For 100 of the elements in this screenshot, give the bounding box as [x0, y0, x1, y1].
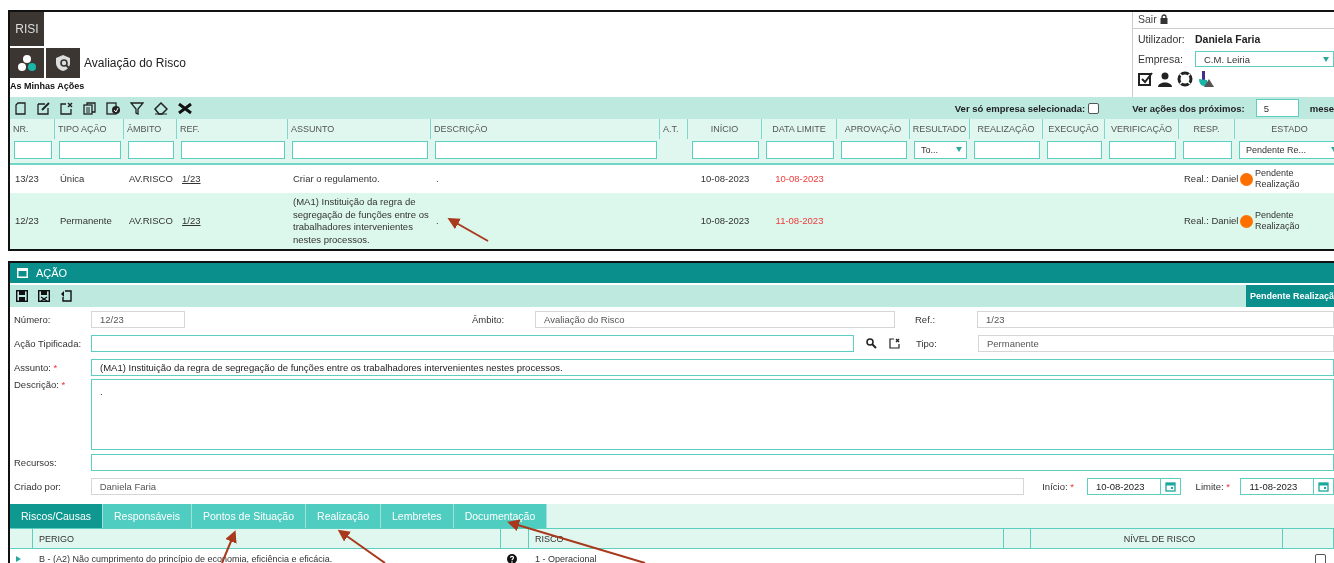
table-cell: (MA1) Instituição da regra de segregação de funções entre os trabalhadores intervenientes nestes processos. — [293, 196, 429, 245]
user-icon[interactable] — [1158, 71, 1172, 87]
hexagon-dots-icon[interactable] — [10, 48, 44, 78]
save-close-icon[interactable] — [38, 290, 50, 302]
user-name: Daniela Faria — [1195, 33, 1261, 45]
calendar-button[interactable] — [1160, 477, 1181, 495]
field-label: Assunto: * — [14, 361, 59, 373]
filter-field[interactable] — [1183, 141, 1232, 159]
months-field[interactable]: 5 — [1255, 99, 1299, 117]
calendar-button[interactable] — [1314, 477, 1334, 495]
filter-field[interactable] — [1047, 141, 1102, 159]
table-cell: AV.RISCO — [129, 172, 173, 184]
filter-field[interactable] — [766, 141, 834, 159]
lock-icon — [1159, 14, 1168, 24]
column-header: PERIGO — [33, 529, 501, 548]
table-cell: Real.: Daniel — [1184, 172, 1239, 184]
clear-icon[interactable] — [889, 337, 900, 349]
company-select[interactable]: C.M. Leiria — [1195, 51, 1334, 67]
filter-field[interactable] — [435, 141, 657, 159]
filter-field[interactable] — [974, 141, 1040, 159]
shield-search-icon[interactable] — [46, 48, 80, 78]
ref-field: 1/23 — [977, 310, 1334, 328]
field-label: Ref.: — [915, 313, 937, 325]
table-cell: 11-08-2023 — [775, 214, 824, 226]
approve-document-icon[interactable] — [106, 101, 120, 115]
copy-icon[interactable] — [83, 101, 96, 115]
table-cell: 12/23 — [15, 214, 39, 226]
filter-field[interactable] — [841, 141, 907, 159]
field-label: Limite: * — [1195, 480, 1231, 492]
logout-link[interactable]: Sair — [1138, 13, 1157, 25]
eraser-icon[interactable] — [154, 101, 168, 115]
window-icon — [17, 268, 28, 278]
filter-field[interactable] — [692, 141, 759, 159]
app-logo[interactable]: RISI — [10, 12, 44, 46]
calendar-icon — [1318, 480, 1330, 492]
company-only-label: Ver só empresa selecionada: — [954, 102, 1086, 114]
table-cell: 10-08-2023 — [775, 172, 824, 184]
edit-icon[interactable] — [37, 101, 50, 115]
type-select[interactable]: Permanente — [978, 334, 1334, 352]
field-label: Âmbito: — [472, 313, 506, 325]
filter-field[interactable] — [14, 141, 52, 159]
table-cell: 13/23 — [15, 172, 39, 184]
delete-document-icon[interactable] — [60, 101, 73, 115]
filter-field[interactable] — [128, 141, 174, 159]
search-icon[interactable] — [866, 337, 877, 349]
number-field: 12/23 — [91, 310, 185, 328]
table-row[interactable]: 12/23 Permanente AV.RISCO 1/23 (MA1) Instituição da regra de segregação de funções entre os trabalhadores intervenientes nestes processos. . 10-08-2023 11-08-2023 Real.: Daniel Pendente Realização — [10, 193, 1334, 249]
back-icon[interactable] — [60, 290, 72, 302]
table-cell: Permanente — [60, 214, 112, 226]
table-cell: Real.: Daniel — [1184, 214, 1239, 226]
row-checkbox[interactable] — [1315, 553, 1326, 563]
table-row[interactable]: 13/23 Única AV.RISCO 1/23 Criar o regulamento. . 10-08-2023 10-08-2023 Real.: Daniel Pendente Realização — [10, 165, 1334, 193]
table-cell: 1 - Operacional — [535, 554, 597, 563]
ref-link[interactable]: 1/23 — [182, 172, 201, 184]
field-label: Descrição: * — [14, 379, 67, 390]
field-label: Tipo: — [916, 337, 938, 349]
description-field[interactable]: . — [91, 379, 1334, 450]
created-by-field: Daniela Faria — [90, 477, 1025, 495]
table-cell: 10-08-2023 — [700, 172, 750, 184]
field-label: Ação Tipificada: — [14, 337, 83, 349]
table-cell: Única — [60, 172, 85, 184]
user-label: Utilizador: — [1138, 33, 1186, 45]
field-label: Número: — [14, 313, 52, 325]
help-icon[interactable] — [507, 554, 517, 563]
column-header: NÍVEL DE RISCO — [1031, 529, 1283, 548]
table-cell: Criar o regulamento. — [293, 172, 380, 184]
resources-field[interactable] — [91, 453, 1334, 471]
tab[interactable]: Riscos/Causas — [10, 504, 104, 528]
filter-select[interactable]: To... — [914, 141, 967, 159]
new-document-icon[interactable] — [15, 101, 27, 115]
months-label: Ver ações dos próximos: — [1132, 102, 1245, 114]
filter-select[interactable]: Pendente Re... — [1239, 141, 1334, 159]
checklist-icon[interactable] — [1138, 71, 1153, 87]
filter-icon[interactable] — [130, 101, 144, 115]
filter-field[interactable] — [59, 141, 121, 159]
company-label: Empresa: — [1138, 53, 1184, 65]
filter-field[interactable] — [292, 141, 428, 159]
table-cell: . — [436, 172, 439, 184]
save-icon[interactable] — [16, 290, 28, 302]
lifebuoy-icon[interactable] — [1177, 71, 1193, 87]
annotation-arrow — [337, 529, 386, 563]
typified-action-field[interactable] — [91, 334, 854, 352]
column-header: RISCO — [529, 529, 1004, 548]
company-only-checkbox[interactable] — [1088, 102, 1100, 114]
months-unit: mese — [1309, 102, 1334, 114]
filter-field[interactable] — [1109, 141, 1176, 159]
filter-field[interactable] — [181, 141, 285, 159]
status-text: Pendente Realização — [1255, 210, 1301, 232]
module-title: Avaliação do Risco — [84, 56, 186, 70]
table-cell: AV.RISCO — [129, 214, 173, 226]
field-label: Recursos: — [14, 456, 58, 468]
date-field[interactable]: 11-08-2023 — [1240, 477, 1315, 495]
annotation-arrow — [447, 218, 489, 242]
ref-link[interactable]: 1/23 — [182, 214, 201, 226]
subject-field[interactable]: (MA1) Instituição da regra de segregação de funções entre os trabalhadores intervenientes nestes processos. — [91, 358, 1334, 376]
date-field[interactable]: 10-08-2023 — [1087, 477, 1161, 495]
table-cell: 10-08-2023 — [700, 214, 750, 226]
scope-field: Avaliação do Risco — [535, 310, 895, 328]
panel-title: AÇÃO — [36, 267, 68, 279]
status-text: Pendente Realização — [1255, 168, 1301, 190]
